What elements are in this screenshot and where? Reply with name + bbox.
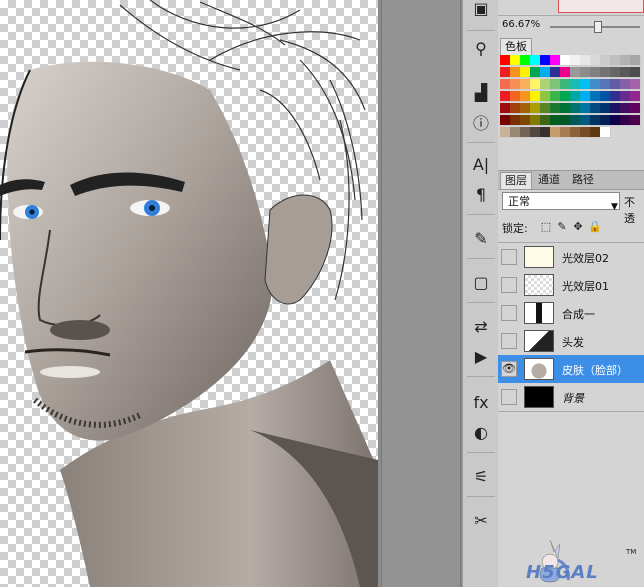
- color-swatch[interactable]: [630, 79, 641, 90]
- color-swatch[interactable]: [630, 67, 641, 78]
- visibility-toggle[interactable]: [501, 389, 517, 405]
- visibility-toggle[interactable]: [501, 249, 517, 265]
- blend-mode-value: 正常: [508, 195, 530, 208]
- blend-mode-select[interactable]: 正常 ▼: [502, 192, 620, 212]
- layer-thumbnail: [524, 386, 554, 408]
- lock-brush-icon[interactable]: ✎: [556, 221, 568, 233]
- color-swatch[interactable]: [630, 115, 641, 126]
- eye-icon[interactable]: 👁: [501, 361, 517, 377]
- navigator-preview: [498, 0, 644, 14]
- layer-thumbnail: [524, 330, 554, 352]
- panel-icon-strip: ▣ ⚲ ▟ ⓘ A| ¶ ✎ ▢ ⇄ ▶ fx ◐ ⚟ ✂: [462, 0, 500, 587]
- lock-label: 锁定:: [502, 222, 528, 235]
- right-panel: 66.67% 色板 图层 通道 路径 正常 ▼ 不透 锁定: ⬚ ✎ ✥ 🔒 光…: [498, 0, 644, 587]
- tool-presets-icon[interactable]: ⚟: [468, 464, 494, 488]
- clone-source-icon[interactable]: ⇄: [468, 314, 494, 338]
- layer-thumbnail: [524, 302, 554, 324]
- color-swatch[interactable]: [630, 103, 641, 114]
- tab-layers[interactable]: 图层: [500, 172, 532, 189]
- tab-channels[interactable]: 通道: [534, 172, 564, 188]
- layer-row[interactable]: 👁 皮肤（脸部）: [498, 355, 644, 384]
- masks-icon[interactable]: ✂: [468, 508, 494, 532]
- styles-icon[interactable]: fx: [468, 390, 494, 414]
- brushes-icon[interactable]: ✎: [468, 226, 494, 250]
- visibility-toggle[interactable]: [501, 333, 517, 349]
- layer-list: 光效层02 光效层01 合成一头发 👁 皮肤（脸部） 背景: [498, 242, 644, 412]
- layer-row[interactable]: 光效层01: [498, 271, 644, 300]
- swatch-grid: [500, 55, 642, 139]
- layer-name: 光效层01: [562, 280, 609, 293]
- layer-name: 皮肤（脸部）: [562, 364, 628, 377]
- layer-row[interactable]: 背景: [498, 383, 644, 412]
- layer-name: 背景: [562, 392, 584, 405]
- layer-thumbnail: [524, 274, 554, 296]
- document-canvas[interactable]: [0, 0, 462, 587]
- histogram-icon[interactable]: ▟: [468, 80, 494, 104]
- layer-row[interactable]: 光效层02: [498, 243, 644, 272]
- color-swatch[interactable]: [600, 127, 611, 138]
- layer-row[interactable]: 合成一: [498, 299, 644, 328]
- character-icon[interactable]: A|: [468, 152, 494, 176]
- lock-move-icon[interactable]: ✥: [572, 221, 584, 233]
- layer-thumbnail: [524, 246, 554, 268]
- zoom-value[interactable]: 66.67%: [502, 19, 540, 30]
- layer-thumbnail: [524, 358, 554, 380]
- paragraph-icon[interactable]: ¶: [468, 182, 494, 206]
- layer-comps-icon[interactable]: ▢: [468, 270, 494, 294]
- vertical-scrollbar[interactable]: [378, 0, 462, 587]
- tab-paths[interactable]: 路径: [568, 172, 598, 188]
- layers-panel-tabs: 图层 通道 路径: [498, 170, 644, 190]
- tab-swatches[interactable]: 色板: [500, 38, 532, 55]
- layer-row[interactable]: 头发: [498, 327, 644, 356]
- actions-icon[interactable]: ▶: [468, 344, 494, 368]
- color-swatch[interactable]: [630, 55, 641, 66]
- lock-row: 锁定: ⬚ ✎ ✥ 🔒: [502, 220, 644, 236]
- move-icon[interactable]: ⚲: [468, 36, 494, 60]
- watermark-text: H5GAL: [526, 562, 599, 583]
- watermark-tm: TM: [626, 548, 637, 556]
- lock-transparent-icon[interactable]: ⬚: [540, 221, 552, 233]
- info-icon[interactable]: ⓘ: [468, 110, 494, 134]
- visibility-toggle[interactable]: [501, 277, 517, 293]
- adjustments-icon[interactable]: ◐: [468, 420, 494, 444]
- layer-name: 合成一: [562, 308, 595, 321]
- visibility-toggle[interactable]: [501, 305, 517, 321]
- layer-name: 头发: [562, 336, 584, 349]
- zoom-row: 66.67%: [498, 15, 644, 36]
- color-swatch[interactable]: [630, 91, 641, 102]
- layer-name: 光效层02: [562, 252, 609, 265]
- lock-all-icon[interactable]: 🔒: [588, 221, 602, 233]
- navigator-icon[interactable]: ▣: [468, 0, 494, 20]
- dropdown-arrow-icon: ▼: [611, 202, 618, 212]
